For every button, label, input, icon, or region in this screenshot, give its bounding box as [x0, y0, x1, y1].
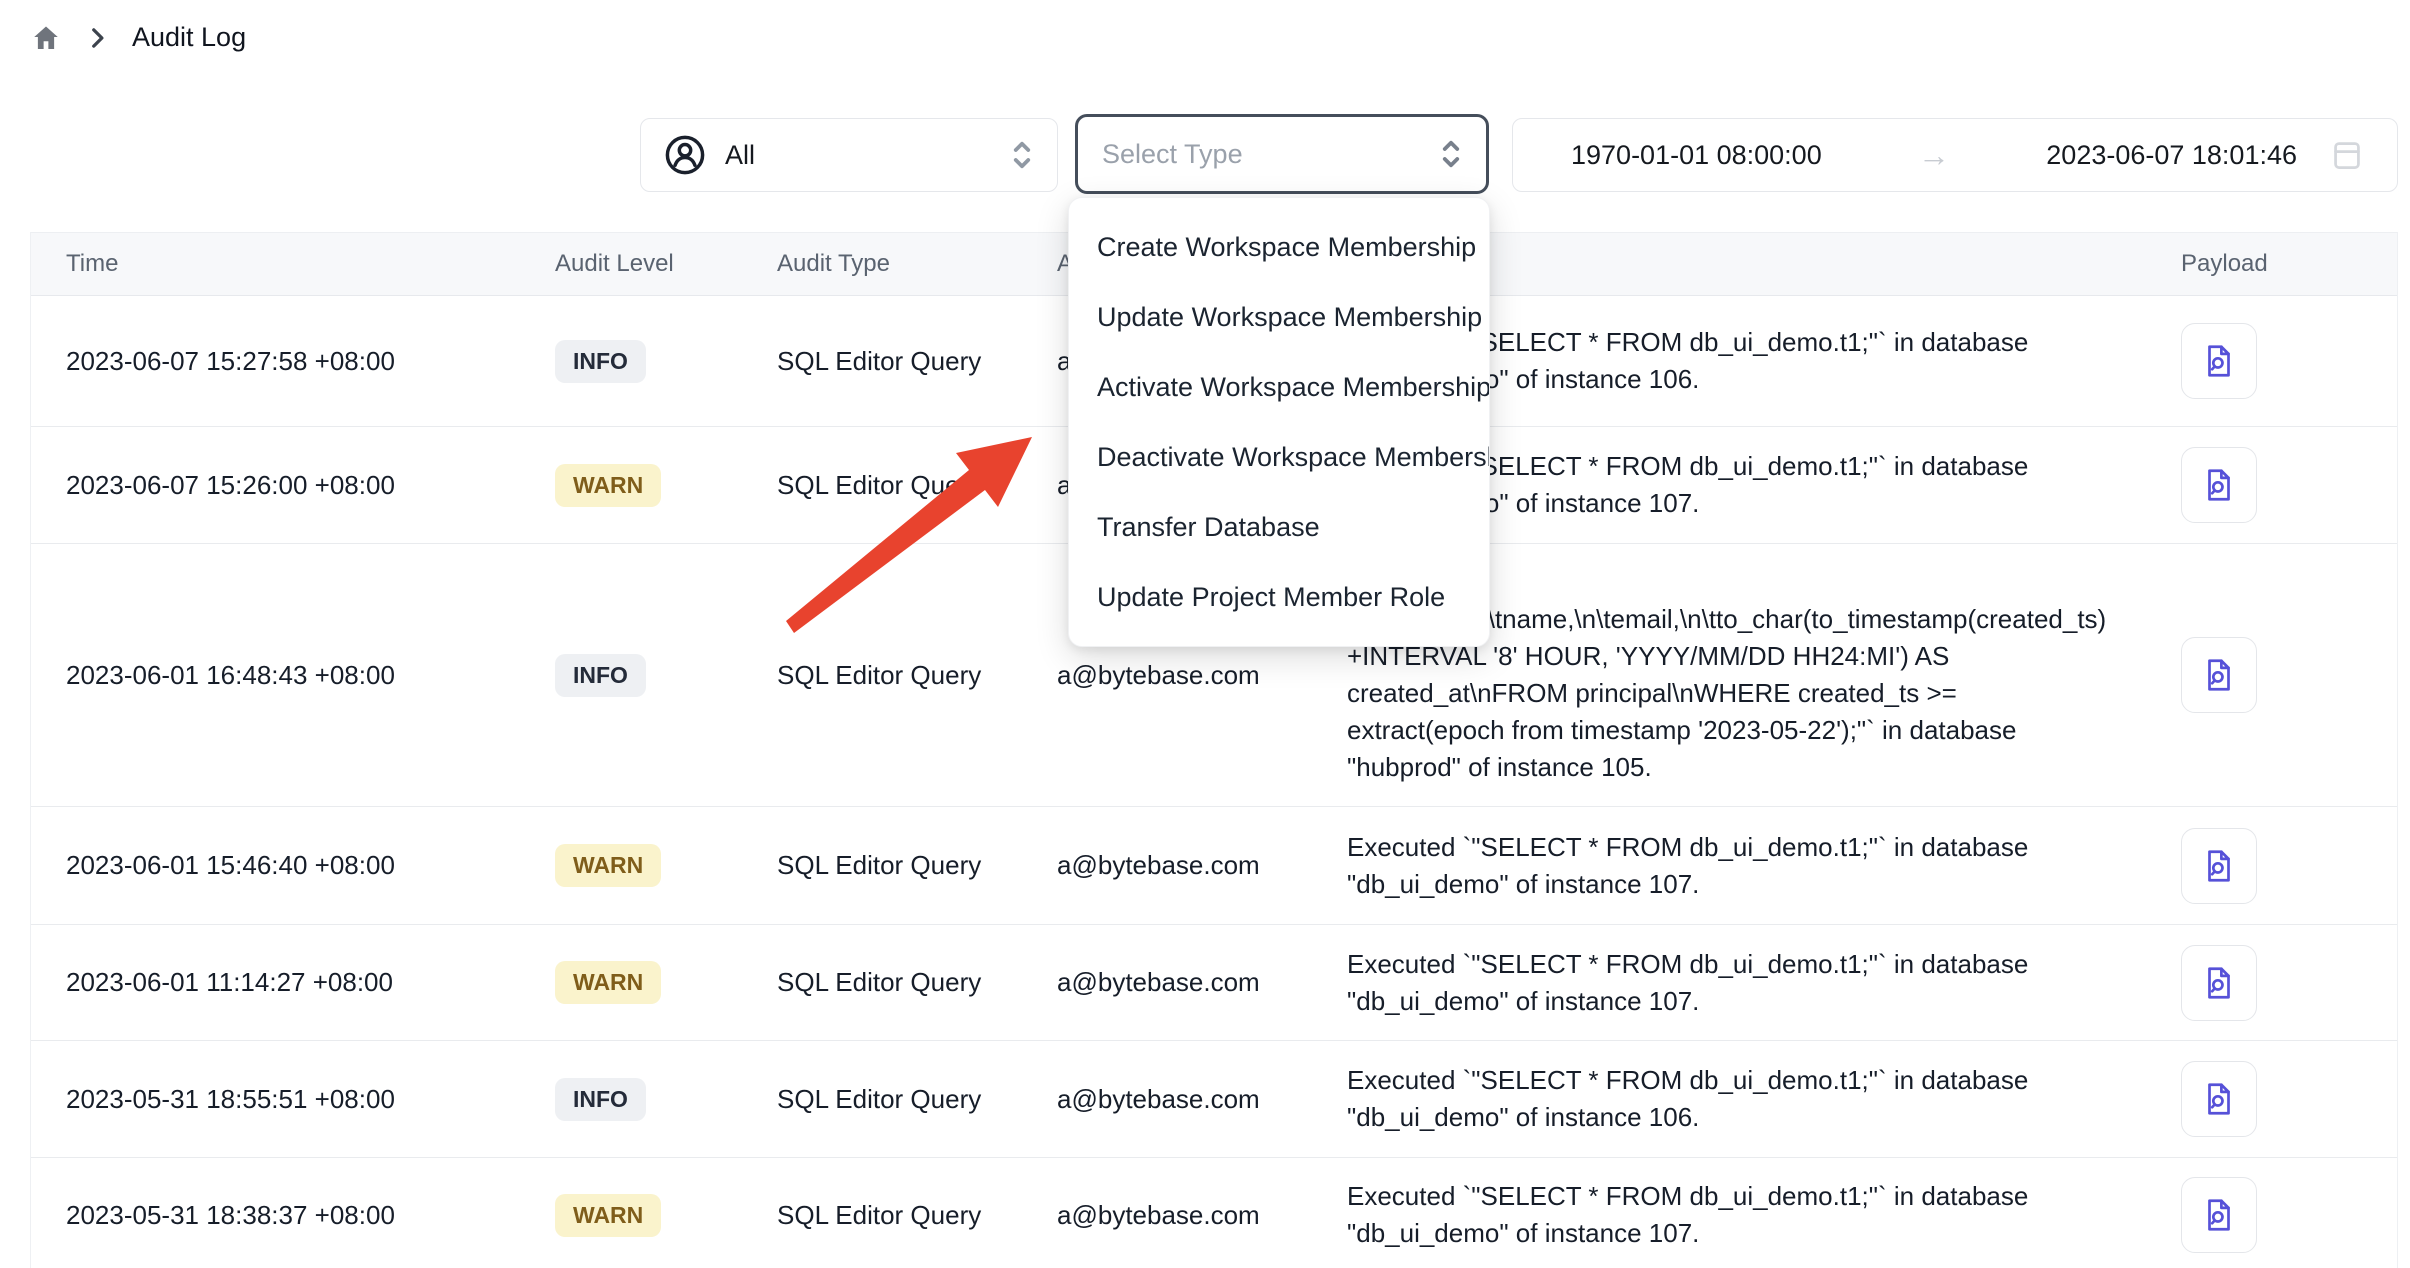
home-icon[interactable]	[30, 23, 62, 53]
cell-actor: a@bytebase.com	[1051, 807, 1331, 924]
cell-payload	[2161, 925, 2397, 1040]
table-row: 2023-05-31 18:38:37 +08:00 WARN SQL Edit…	[31, 1158, 2397, 1268]
dropdown-item-update-project-member-role[interactable]: Update Project Member Role	[1069, 562, 1489, 632]
date-range-picker[interactable]: 1970-01-01 08:00:00 → 2023-06-07 18:01:4…	[1512, 118, 2398, 192]
status-badge: WARN	[555, 464, 661, 507]
date-range-start: 1970-01-01 08:00:00	[1571, 140, 1822, 171]
column-header-audit-type: Audit Type	[761, 233, 1051, 295]
file-search-icon	[2200, 656, 2238, 694]
cell-audit-level: WARN	[541, 925, 761, 1040]
cell-time: 2023-06-07 15:26:00 +08:00	[31, 427, 541, 543]
payload-view-button[interactable]	[2181, 1061, 2257, 1137]
cell-time: 2023-05-31 18:38:37 +08:00	[31, 1158, 541, 1268]
cell-audit-type: SQL Editor Query	[761, 296, 1051, 426]
audit-log-page: Audit Log All Select Type 1970-01-01	[0, 0, 2410, 1268]
cell-comment: Executed `"SELECT * FROM db_ui_demo.t1;"…	[1331, 1041, 2161, 1157]
cell-payload	[2161, 427, 2397, 543]
status-badge: INFO	[555, 340, 646, 383]
file-search-icon	[2200, 964, 2238, 1002]
breadcrumb-chevron-icon	[86, 25, 108, 51]
table-row: 2023-06-01 15:46:40 +08:00 WARN SQL Edit…	[31, 807, 2397, 925]
status-badge: WARN	[555, 961, 661, 1004]
date-range-end: 2023-06-07 18:01:46	[2046, 140, 2297, 171]
status-badge: WARN	[555, 1194, 661, 1237]
cell-payload	[2161, 807, 2397, 924]
dropdown-item-transfer-database[interactable]: Transfer Database	[1069, 492, 1489, 562]
actor-filter-value: All	[725, 140, 755, 171]
chevron-up-down-icon	[1007, 137, 1037, 173]
status-badge: WARN	[555, 844, 661, 887]
table-row: 2023-06-01 11:14:27 +08:00 WARN SQL Edit…	[31, 925, 2397, 1041]
page-title: Audit Log	[132, 22, 246, 53]
column-header-payload: Payload	[2161, 233, 2397, 295]
dropdown-item-deactivate-workspace-membership[interactable]: Deactivate Workspace Membership	[1069, 422, 1489, 492]
cell-actor: a@bytebase.com	[1051, 1158, 1331, 1268]
cell-audit-type: SQL Editor Query	[761, 807, 1051, 924]
type-filter-placeholder: Select Type	[1102, 139, 1243, 170]
file-search-icon	[2200, 466, 2238, 504]
cell-audit-level: INFO	[541, 1041, 761, 1157]
file-search-icon	[2200, 342, 2238, 380]
status-badge: INFO	[555, 654, 646, 697]
table-row: 2023-05-31 18:55:51 +08:00 INFO SQL Edit…	[31, 1041, 2397, 1158]
cell-comment: Executed `"SELECT * FROM db_ui_demo.t1;"…	[1331, 807, 2161, 924]
arrow-right-icon: →	[1822, 137, 2047, 174]
cell-audit-type: SQL Editor Query	[761, 544, 1051, 806]
cell-actor: a@bytebase.com	[1051, 1041, 1331, 1157]
cell-time: 2023-06-01 16:48:43 +08:00	[31, 544, 541, 806]
cell-payload	[2161, 1158, 2397, 1268]
cell-payload	[2161, 544, 2397, 806]
actor-filter-select[interactable]: All	[640, 118, 1058, 192]
calendar-icon	[2331, 137, 2363, 173]
cell-audit-level: WARN	[541, 1158, 761, 1268]
cell-comment: Executed `"SELECT * FROM db_ui_demo.t1;"…	[1331, 925, 2161, 1040]
person-circle-icon	[663, 133, 707, 177]
chevron-up-down-icon	[1436, 136, 1466, 172]
cell-comment: Executed `"SELECT * FROM db_ui_demo.t1;"…	[1331, 1158, 2161, 1268]
cell-payload	[2161, 296, 2397, 426]
cell-time: 2023-06-07 15:27:58 +08:00	[31, 296, 541, 426]
breadcrumb: Audit Log	[30, 22, 246, 53]
type-filter-select[interactable]: Select Type	[1075, 114, 1489, 194]
column-header-time: Time	[31, 233, 541, 295]
payload-view-button[interactable]	[2181, 1177, 2257, 1253]
payload-view-button[interactable]	[2181, 828, 2257, 904]
cell-time: 2023-05-31 18:55:51 +08:00	[31, 1041, 541, 1157]
cell-time: 2023-06-01 15:46:40 +08:00	[31, 807, 541, 924]
cell-audit-type: SQL Editor Query	[761, 925, 1051, 1040]
payload-view-button[interactable]	[2181, 447, 2257, 523]
file-search-icon	[2200, 1080, 2238, 1118]
cell-payload	[2161, 1041, 2397, 1157]
payload-view-button[interactable]	[2181, 945, 2257, 1021]
column-header-audit-level: Audit Level	[541, 233, 761, 295]
dropdown-item-activate-workspace-membership[interactable]: Activate Workspace Membership	[1069, 352, 1489, 422]
cell-audit-type: SQL Editor Query	[761, 1158, 1051, 1268]
cell-audit-type: SQL Editor Query	[761, 1041, 1051, 1157]
cell-time: 2023-06-01 11:14:27 +08:00	[31, 925, 541, 1040]
cell-audit-level: WARN	[541, 807, 761, 924]
dropdown-item-create-workspace-membership[interactable]: Create Workspace Membership	[1069, 212, 1489, 282]
cell-audit-level: INFO	[541, 544, 761, 806]
file-search-icon	[2200, 1196, 2238, 1234]
audit-type-dropdown-menu: Create Workspace Membership Update Works…	[1068, 197, 1490, 647]
payload-view-button[interactable]	[2181, 637, 2257, 713]
cell-audit-type: SQL Editor Query	[761, 427, 1051, 543]
dropdown-item-update-workspace-membership[interactable]: Update Workspace Membership	[1069, 282, 1489, 352]
file-search-icon	[2200, 847, 2238, 885]
cell-audit-level: INFO	[541, 296, 761, 426]
payload-view-button[interactable]	[2181, 323, 2257, 399]
cell-audit-level: WARN	[541, 427, 761, 543]
cell-actor: a@bytebase.com	[1051, 925, 1331, 1040]
status-badge: INFO	[555, 1078, 646, 1121]
